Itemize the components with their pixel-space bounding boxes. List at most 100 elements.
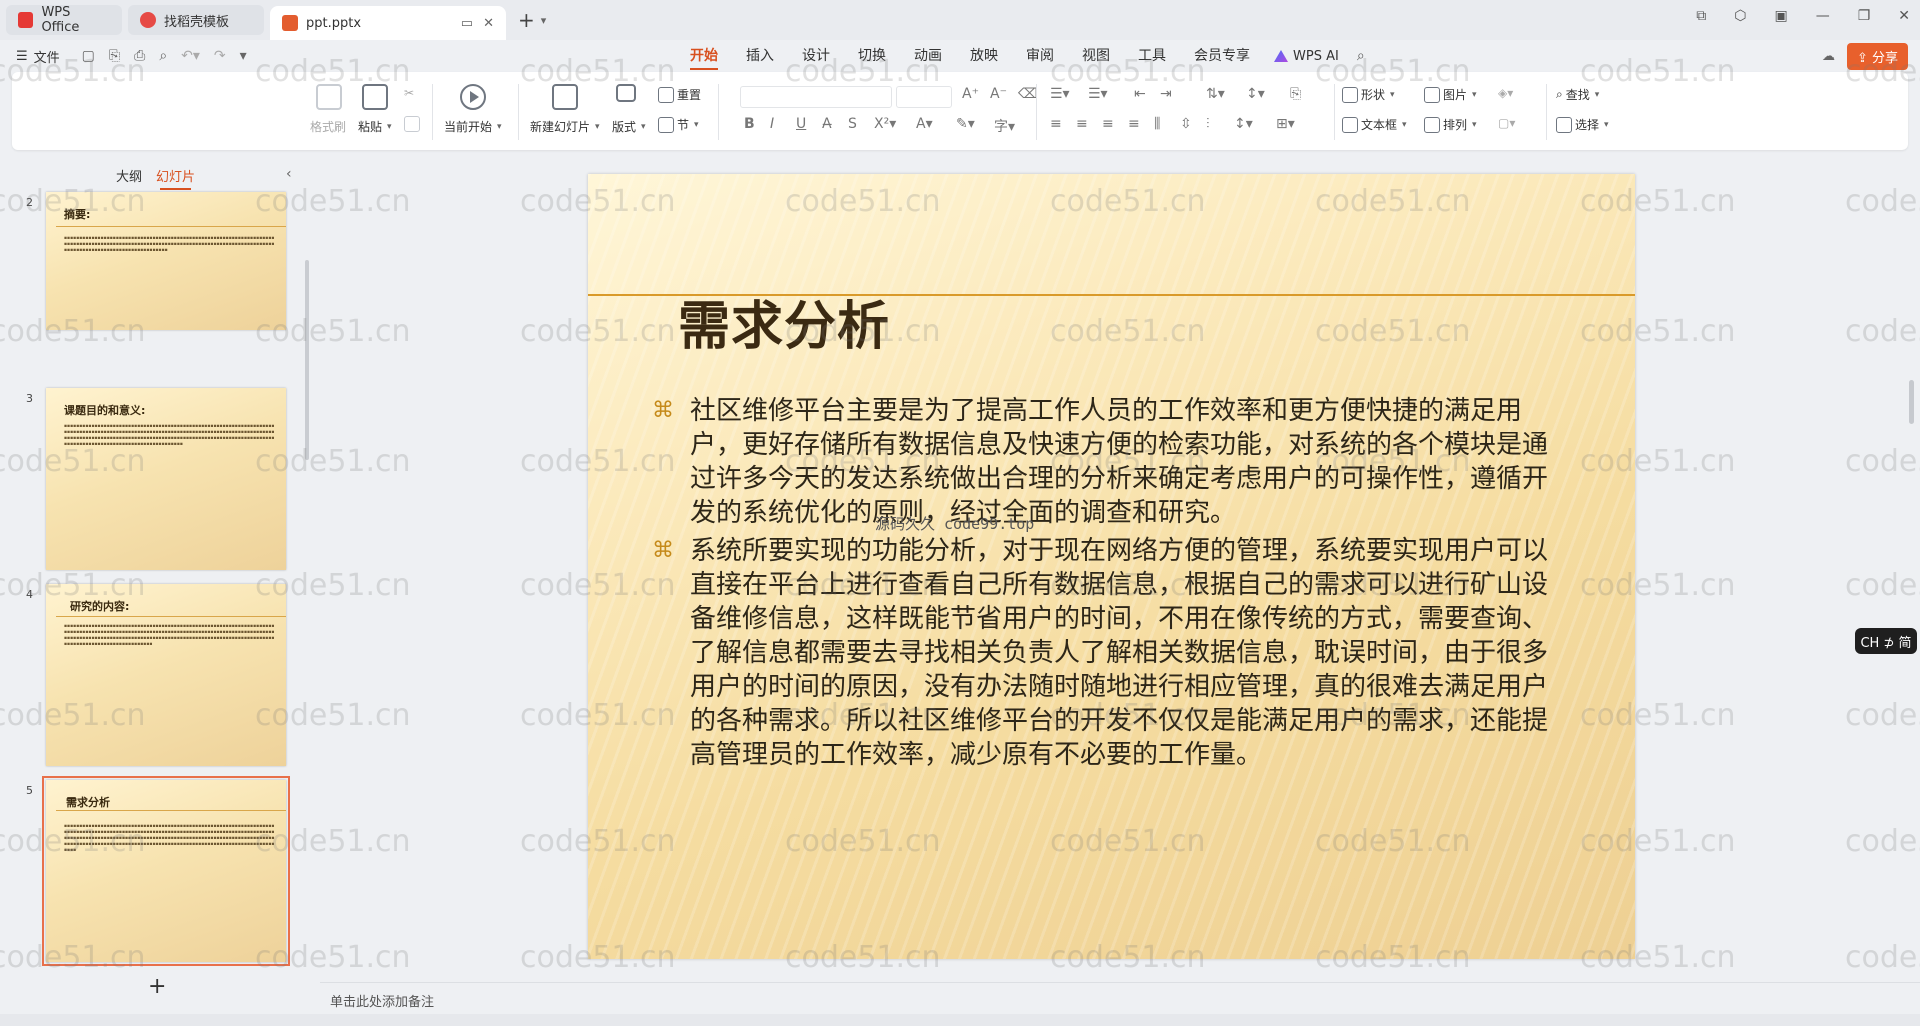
convert-icon[interactable]: ⎘ xyxy=(1290,86,1301,102)
font-color-icon[interactable]: A▾ xyxy=(916,116,933,132)
columns-icon[interactable]: ⫶ xyxy=(1206,116,1210,132)
menu-tools[interactable]: 工具 xyxy=(1124,40,1180,72)
tab-ppt-file[interactable]: ppt.pptx ▭ ✕ xyxy=(270,6,506,40)
canvas-scrollbar[interactable] xyxy=(1909,380,1914,424)
arrange-button[interactable]: 排列 xyxy=(1424,116,1477,133)
avatar[interactable]: ▣ xyxy=(1774,8,1787,24)
menu-view[interactable]: 视图 xyxy=(1068,40,1124,72)
slide-thumbnail[interactable]: 摘要: ▪▪▪▪▪▪▪▪▪▪▪▪▪▪▪▪▪▪▪▪▪▪▪▪▪▪▪▪▪▪▪▪▪▪▪▪… xyxy=(46,192,286,330)
close-tab-icon[interactable]: ✕ xyxy=(483,16,494,31)
minimize-icon[interactable]: — xyxy=(1816,8,1830,24)
line-spacing-icon[interactable]: ↕▾ xyxy=(1246,86,1265,102)
copy-icon[interactable] xyxy=(404,116,420,132)
justify-icon[interactable]: ≡ xyxy=(1128,116,1140,132)
new-tab-icon[interactable]: + xyxy=(518,8,535,32)
slide-thumbnail[interactable]: 研究的内容: ▪▪▪▪▪▪▪▪▪▪▪▪▪▪▪▪▪▪▪▪▪▪▪▪▪▪▪▪▪▪▪▪▪… xyxy=(46,584,286,766)
font-grow-icon[interactable]: A⁺ xyxy=(962,86,979,102)
select-button[interactable]: 选择 xyxy=(1556,116,1609,133)
undo-icon[interactable]: ↶▾ xyxy=(181,48,200,64)
close-window-icon[interactable]: ✕ xyxy=(1898,8,1910,24)
layout-label[interactable]: 版式 xyxy=(612,118,646,135)
paragraph-spacing-icon[interactable]: ↕▾ xyxy=(1234,116,1253,132)
italic-icon[interactable]: I xyxy=(770,116,774,132)
char-spacing-icon[interactable]: 字▾ xyxy=(994,116,1015,136)
play-button[interactable] xyxy=(460,84,486,110)
cut-icon[interactable]: ✂ xyxy=(404,86,414,100)
strikethrough-icon[interactable]: A̶ xyxy=(822,116,832,132)
maximize-icon[interactable]: ❐ xyxy=(1858,8,1871,24)
menu-design[interactable]: 设计 xyxy=(788,40,844,72)
smartart-icon[interactable]: ⊞▾ xyxy=(1276,116,1295,132)
text-direction-icon[interactable]: ⇅▾ xyxy=(1206,86,1225,102)
menu-slideshow[interactable]: 放映 xyxy=(956,40,1012,72)
more-icon[interactable]: ▾ xyxy=(240,48,247,64)
export-icon[interactable]: ⎘ xyxy=(109,48,120,64)
reset-button[interactable]: 重置 xyxy=(658,86,701,103)
align-left-icon[interactable]: ≡ xyxy=(1050,116,1062,132)
find-button[interactable]: ⌕ 查找 xyxy=(1556,86,1599,103)
search-icon[interactable]: ⌕ xyxy=(1349,48,1365,64)
section-button[interactable]: 节 xyxy=(658,116,699,133)
align-right-icon[interactable]: ≡ xyxy=(1102,116,1114,132)
format-painter-button[interactable] xyxy=(316,84,342,110)
layout-icon[interactable]: ⧉ xyxy=(1696,8,1706,24)
vertical-align-icon[interactable]: ⇳ xyxy=(1180,116,1192,132)
shadow-icon[interactable]: S xyxy=(848,116,857,132)
paste-label[interactable]: 粘贴 xyxy=(358,118,392,135)
menu-insert[interactable]: 插入 xyxy=(732,40,788,72)
tab-template[interactable]: 找稻壳模板 xyxy=(128,5,264,35)
shape-button[interactable]: 形状 xyxy=(1342,86,1395,103)
picture-button[interactable]: 图片 xyxy=(1424,86,1477,103)
save-icon[interactable]: ▢ xyxy=(82,48,95,64)
font-shrink-icon[interactable]: A⁻ xyxy=(990,86,1007,102)
menu-transition[interactable]: 切换 xyxy=(844,40,900,72)
bullet-list-icon[interactable]: ☰▾ xyxy=(1050,86,1070,102)
panel-scrollbar[interactable] xyxy=(305,260,309,460)
tab-wps-office[interactable]: WPS Office xyxy=(6,5,122,35)
menu-animation[interactable]: 动画 xyxy=(900,40,956,72)
menu-home[interactable]: 开始 xyxy=(676,40,732,72)
ime-indicator[interactable]: CH ⊅ 简 xyxy=(1855,628,1917,654)
add-slide-icon[interactable]: + xyxy=(148,974,166,999)
font-family-select[interactable] xyxy=(740,86,892,108)
paste-button[interactable] xyxy=(362,84,388,110)
tab-slides[interactable]: 幻灯片 xyxy=(156,166,195,190)
font-size-select[interactable] xyxy=(896,86,952,108)
increase-indent-icon[interactable]: ⇥ xyxy=(1160,86,1172,102)
fill-icon[interactable]: ◈▾ xyxy=(1498,86,1513,100)
textbox-button[interactable]: 文本框 xyxy=(1342,116,1407,133)
redo-icon[interactable]: ↷ xyxy=(214,48,226,64)
print-icon[interactable]: ⎙ xyxy=(134,48,145,64)
decrease-indent-icon[interactable]: ⇤ xyxy=(1134,86,1146,102)
window-mode-icon[interactable]: ▭ xyxy=(461,16,473,31)
slide-title[interactable]: 需求分析 xyxy=(678,284,890,359)
cube-icon[interactable]: ⬡ xyxy=(1734,8,1746,24)
underline-icon[interactable]: U xyxy=(796,116,806,132)
chevron-down-icon[interactable]: ▾ xyxy=(541,14,547,27)
notes-pane[interactable]: 单击此处添加备注 xyxy=(320,982,1920,1014)
numbered-list-icon[interactable]: ☰▾ xyxy=(1088,86,1108,102)
slide-body-textbox[interactable]: ⌘ 社区维修平台主要是为了提高工作人员的工作效率和更方便快捷的满足用户，更好存储… xyxy=(646,394,1571,776)
current-slide[interactable]: 需求分析 ⌘ 社区维修平台主要是为了提高工作人员的工作效率和更方便快捷的满足用户… xyxy=(588,174,1635,959)
print-preview-icon[interactable]: ⌕ xyxy=(159,48,167,64)
play-from-current-label[interactable]: 当前开始 xyxy=(444,118,502,135)
new-slide-label[interactable]: 新建幻灯片 xyxy=(530,118,600,135)
menu-member[interactable]: 会员专享 xyxy=(1180,40,1264,72)
new-slide-button[interactable] xyxy=(552,84,578,110)
outline-icon[interactable]: ▢▾ xyxy=(1498,116,1515,130)
clear-format-icon[interactable]: ⌫ xyxy=(1018,86,1038,102)
highlight-icon[interactable]: ✎▾ xyxy=(956,116,975,132)
share-button[interactable]: ⇪ 分享 xyxy=(1846,43,1908,70)
distribute-icon[interactable]: ⫼ xyxy=(1154,116,1160,132)
wps-ai-button[interactable]: WPS AI xyxy=(1264,49,1349,64)
bold-icon[interactable]: B xyxy=(744,116,755,132)
menu-review[interactable]: 审阅 xyxy=(1012,40,1068,72)
tab-outline[interactable]: 大纲 xyxy=(116,166,142,185)
file-menu[interactable]: ☰ 文件 xyxy=(16,47,60,66)
superscript-icon[interactable]: X²▾ xyxy=(874,116,896,132)
align-center-icon[interactable]: ≡ xyxy=(1076,116,1088,132)
collapse-panel-icon[interactable]: ‹ xyxy=(286,166,292,182)
slide-thumbnail-selected[interactable]: 需求分析 ▪▪▪▪▪▪▪▪▪▪▪▪▪▪▪▪▪▪▪▪▪▪▪▪▪▪▪▪▪▪▪▪▪▪▪… xyxy=(42,776,290,966)
layout-button[interactable] xyxy=(616,84,636,102)
slide-thumbnail[interactable]: 课题目的和意义: ▪▪▪▪▪▪▪▪▪▪▪▪▪▪▪▪▪▪▪▪▪▪▪▪▪▪▪▪▪▪▪… xyxy=(46,388,286,570)
